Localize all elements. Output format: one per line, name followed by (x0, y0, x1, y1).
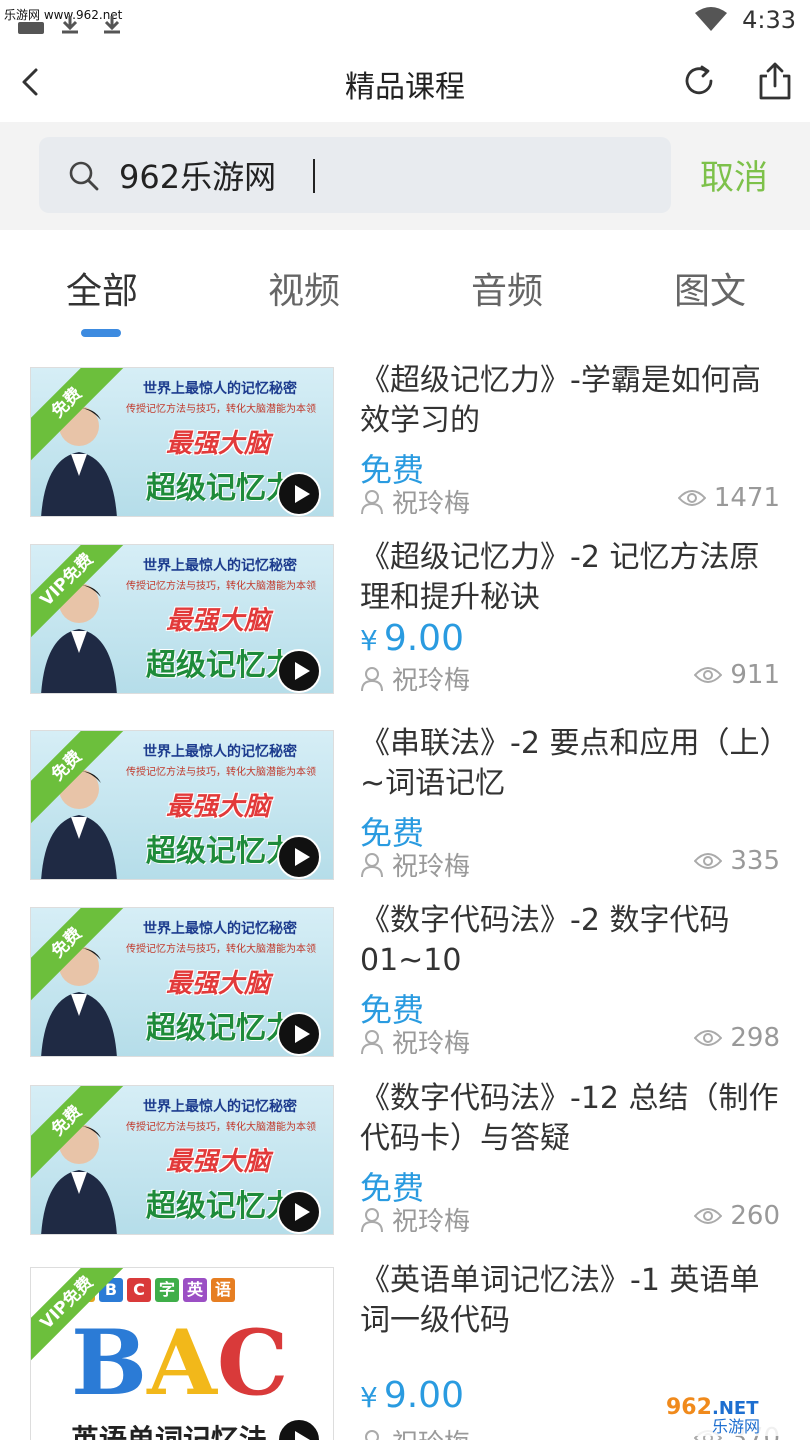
wifi-icon (695, 7, 728, 31)
course-author: 祝玲梅 (360, 660, 470, 697)
svg-text:乐游网: 乐游网 (712, 1417, 760, 1436)
course-thumbnail[interactable]: 世界上最惊人的记忆秘密 传授记忆方法与技巧，转化大脑潜能为本领 最强大脑 超级记… (30, 544, 334, 694)
course-author: 祝玲梅 (360, 1423, 470, 1440)
view-count: 335 (694, 846, 780, 876)
search-bar: 取消 (0, 122, 810, 230)
eye-icon (694, 853, 723, 869)
course-item[interactable]: 世界上最惊人的记忆秘密 传授记忆方法与技巧，转化大脑潜能为本领 最强大脑 超级记… (0, 895, 810, 1073)
view-count: 911 (694, 660, 780, 690)
play-icon[interactable] (277, 835, 321, 879)
abc-letter: A (147, 1310, 217, 1416)
course-author: 祝玲梅 (360, 1023, 470, 1060)
user-icon (361, 852, 383, 877)
tab-audio[interactable]: 音频 (471, 262, 543, 314)
course-item[interactable]: 世界上最惊人的记忆秘密 传授记忆方法与技巧，转化大脑潜能为本领 最强大脑 超级记… (0, 718, 810, 896)
course-title[interactable]: 《数字代码法》-2 数字代码01~10 (360, 901, 785, 981)
eye-icon (694, 1030, 723, 1046)
tab-video[interactable]: 视频 (268, 262, 340, 314)
share-icon[interactable] (755, 60, 795, 102)
tab-indicator (81, 329, 121, 337)
eye-icon (677, 490, 706, 506)
search-box[interactable] (39, 137, 671, 213)
abc-letter: C (216, 1310, 289, 1416)
svg-text:.NET: .NET (712, 1398, 759, 1419)
notification-icons (18, 16, 120, 34)
cancel-button[interactable]: 取消 (700, 150, 768, 199)
play-icon[interactable] (277, 649, 321, 693)
user-icon (361, 1029, 383, 1054)
course-author: 祝玲梅 (360, 846, 470, 883)
course-title[interactable]: 《英语单词记忆法》-1 英语单词一级代码 (360, 1261, 785, 1341)
play-icon[interactable] (277, 1190, 321, 1234)
text-caret (313, 159, 315, 193)
refresh-icon[interactable] (680, 62, 718, 100)
site-watermark-logo: 962 .NET 乐游网 (660, 1390, 800, 1436)
user-icon (365, 1429, 379, 1440)
course-title[interactable]: 《数字代码法》-12 总结（制作代码卡）与答疑 (360, 1079, 785, 1159)
view-count: 1471 (677, 483, 780, 513)
course-price: ¥9.00 (360, 1375, 464, 1416)
tab-graphic[interactable]: 图文 (674, 262, 746, 314)
play-icon[interactable] (277, 1012, 321, 1056)
nav-bar: 精品课程 (0, 44, 810, 122)
user-icon (361, 489, 383, 514)
clock: 4:33 (742, 6, 796, 34)
course-item[interactable]: 世界上最惊人的记忆秘密 传授记忆方法与技巧，转化大脑潜能为本领 最强大脑 超级记… (0, 1073, 810, 1251)
course-title[interactable]: 《超级记忆力》-学霸是如何高效学习的 (360, 361, 785, 441)
search-icon (69, 161, 99, 191)
tab-all[interactable]: 全部 (66, 262, 138, 314)
eye-icon (694, 1208, 723, 1224)
course-item[interactable]: 世界上最惊人的记忆秘密 传授记忆方法与技巧，转化大脑潜能为本领 最强大脑 超级记… (0, 532, 810, 710)
course-author: 祝玲梅 (360, 483, 470, 520)
view-count: 260 (694, 1201, 780, 1231)
status-bar: 乐游网 www.962.net 4:33 (0, 0, 810, 44)
user-icon (361, 666, 383, 691)
course-author: 祝玲梅 (360, 1201, 470, 1238)
play-icon[interactable] (277, 1418, 321, 1440)
course-thumbnail[interactable]: 世界上最惊人的记忆秘密 传授记忆方法与技巧，转化大脑潜能为本领 最强大脑 超级记… (30, 730, 334, 880)
svg-text:962: 962 (666, 1395, 712, 1420)
search-input[interactable] (119, 151, 639, 199)
category-tabs: 全部 视频 音频 图文 (0, 240, 810, 345)
course-price: ¥9.00 (360, 618, 464, 659)
course-thumbnail[interactable]: 世界上最惊人的记忆秘密 传授记忆方法与技巧，转化大脑潜能为本领 最强大脑 超级记… (30, 1085, 334, 1235)
course-item[interactable]: 世界上最惊人的记忆秘密 传授记忆方法与技巧，转化大脑潜能为本领 最强大脑 超级记… (0, 355, 810, 533)
course-thumbnail[interactable]: 世界上最惊人的记忆秘密 传授记忆方法与技巧，转化大脑潜能为本领 最强大脑 超级记… (30, 907, 334, 1057)
abc-letters: BAC (71, 1310, 289, 1416)
eye-icon (694, 667, 723, 683)
play-icon[interactable] (277, 472, 321, 516)
course-thumbnail[interactable]: A B C 字 英 语 BAC 英语单词记忆法 VIP免费 (30, 1267, 334, 1440)
course-thumbnail[interactable]: 世界上最惊人的记忆秘密 传授记忆方法与技巧，转化大脑潜能为本领 最强大脑 超级记… (30, 367, 334, 517)
abc-letter: B (71, 1310, 148, 1416)
user-icon (361, 1207, 383, 1232)
course-title[interactable]: 《串联法》-2 要点和应用（上）~词语记忆 (360, 724, 785, 804)
course-title[interactable]: 《超级记忆力》-2 记忆方法原理和提升秘诀 (360, 538, 785, 618)
view-count: 298 (694, 1023, 780, 1053)
